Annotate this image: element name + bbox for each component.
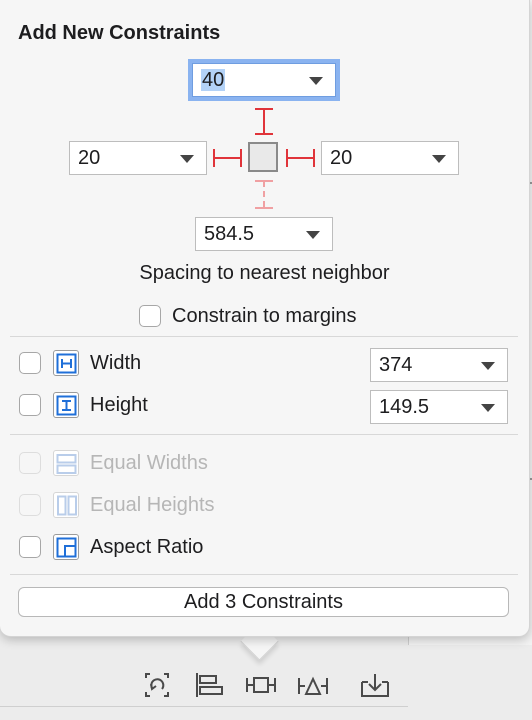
chevron-down-icon [432,155,446,163]
equal-heights-checkbox[interactable] [19,494,41,516]
aspect-ratio-checkbox[interactable] [19,536,41,558]
height-label: Height [90,394,148,416]
aspect-ratio-icon [53,534,79,560]
equal-widths-label: Equal Widths [90,452,208,474]
height-checkbox[interactable] [19,394,41,416]
left-constraint-strut[interactable] [213,157,242,159]
top-constraint-strut[interactable] [263,108,265,134]
divider [10,574,518,575]
divider [10,434,518,435]
divider [10,336,518,337]
width-constraint-icon [53,350,79,376]
height-constraint-icon [53,392,79,418]
constrain-margins-label[interactable]: Constrain to margins [172,305,357,328]
width-value-popup[interactable]: 374 [370,348,508,382]
equal-heights-label: Equal Heights [90,494,215,516]
width-label: Width [90,352,142,374]
chevron-down-icon [309,77,323,85]
left-spacing-value[interactable]: 20 [78,147,100,169]
chevron-down-icon [180,155,194,163]
right-constraint-strut[interactable] [286,157,315,159]
equal-heights-icon [53,492,79,518]
height-value-popup[interactable]: 149.5 [370,390,508,424]
popover-title: Add New Constraints [18,22,221,44]
aspect-ratio-label: Aspect Ratio [90,536,204,558]
width-checkbox[interactable] [19,352,41,374]
align-icon[interactable] [192,670,226,700]
constraint-view-preview [248,142,278,172]
update-frames-icon[interactable] [140,670,174,700]
top-strut-cap [255,133,273,135]
bottom-spacing-popup[interactable]: 584.5 [195,217,333,251]
bottom-spacing-value[interactable]: 584.5 [204,223,254,245]
spacing-caption: Spacing to nearest neighbor [139,262,390,284]
width-value[interactable]: 374 [379,354,412,376]
add-constraints-button[interactable]: Add 3 Constraints [18,587,509,617]
embed-in-icon[interactable] [358,670,392,700]
left-spacing-popup[interactable]: 20 [69,141,207,175]
height-value[interactable]: 149.5 [379,396,429,418]
bottom-strut-cap [255,207,273,209]
equal-widths-icon [53,450,79,476]
chevron-down-icon [481,362,495,370]
bottom-constraint-strut[interactable] [263,181,265,207]
popover-content: Add New Constraints 40 20 20 584.5 Spaci… [0,0,529,636]
resolve-issues-icon[interactable] [296,670,330,700]
divider [0,706,408,707]
constrain-margins-checkbox[interactable] [139,305,161,327]
chevron-down-icon [306,231,320,239]
top-spacing-popup[interactable]: 40 [192,63,336,97]
chevron-down-icon [481,404,495,412]
right-spacing-popup[interactable]: 20 [321,141,459,175]
right-strut-cap [313,149,315,167]
left-strut-cap [240,149,242,167]
top-spacing-value[interactable]: 40 [201,69,226,91]
add-constraints-icon[interactable] [244,670,278,700]
right-spacing-value[interactable]: 20 [330,147,352,169]
equal-widths-checkbox[interactable] [19,452,41,474]
